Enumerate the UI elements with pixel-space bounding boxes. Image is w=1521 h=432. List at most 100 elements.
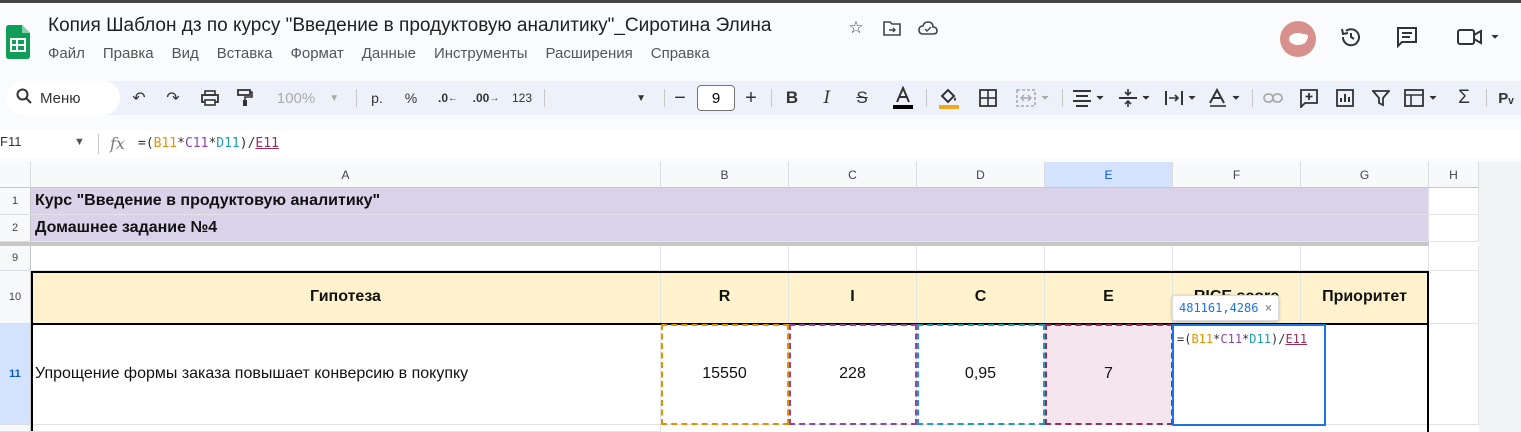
row-header-1[interactable]: 1 bbox=[0, 188, 31, 215]
cell-h2[interactable] bbox=[1429, 215, 1479, 242]
column-header-b[interactable]: B bbox=[661, 162, 789, 188]
insert-link-icon[interactable] bbox=[1260, 81, 1286, 115]
move-folder-icon[interactable] bbox=[881, 17, 903, 39]
column-header-g[interactable]: G bbox=[1301, 162, 1429, 188]
text-color-icon[interactable] bbox=[890, 81, 916, 115]
toolbar-divider bbox=[1252, 89, 1253, 107]
document-title[interactable]: Копия Шаблон дз по курсу "Введение в про… bbox=[48, 15, 771, 37]
cell-h10[interactable] bbox=[1429, 271, 1479, 324]
print-icon[interactable] bbox=[198, 81, 222, 115]
user-avatar[interactable] bbox=[1280, 21, 1316, 57]
cell-e9[interactable] bbox=[1045, 246, 1173, 271]
menu-edit[interactable]: Правка bbox=[103, 45, 163, 62]
cell-h9[interactable] bbox=[1429, 246, 1479, 271]
bold-icon[interactable]: B bbox=[781, 81, 803, 115]
row-header-9[interactable]: 9 bbox=[0, 246, 31, 271]
column-header-h[interactable]: H bbox=[1429, 162, 1479, 188]
search-menus-label: Меню bbox=[40, 89, 81, 107]
column-header-f[interactable]: F bbox=[1173, 162, 1301, 188]
cell-a9[interactable] bbox=[31, 246, 661, 271]
column-header-d[interactable]: D bbox=[917, 162, 1045, 188]
header-i[interactable]: I bbox=[789, 271, 917, 324]
font-family-select[interactable]: ▼ bbox=[546, 81, 656, 115]
borders-icon[interactable] bbox=[976, 81, 1000, 115]
functions-sigma-icon[interactable]: Σ bbox=[1452, 81, 1476, 115]
formula-input[interactable]: =(B11*C11*D11)/E11 bbox=[138, 136, 279, 151]
text-wrapping-icon[interactable] bbox=[1162, 81, 1200, 115]
insert-comment-icon[interactable] bbox=[1296, 81, 1322, 115]
column-header-e[interactable]: E bbox=[1045, 162, 1173, 188]
horizontal-align-icon[interactable] bbox=[1070, 81, 1108, 115]
menu-format[interactable]: Формат bbox=[290, 45, 352, 62]
meet-camera-icon[interactable] bbox=[1453, 23, 1503, 51]
search-menus[interactable]: Меню bbox=[6, 81, 120, 115]
header-c[interactable]: C bbox=[917, 271, 1045, 324]
menu-help[interactable]: Справка bbox=[651, 45, 719, 62]
row-header-2[interactable]: 2 bbox=[0, 215, 31, 242]
row-header-10[interactable]: 10 bbox=[0, 271, 31, 324]
header-e[interactable]: E bbox=[1045, 271, 1173, 324]
more-formats-button[interactable]: 123 bbox=[508, 81, 536, 115]
cell-hypothesis-1[interactable]: Упрощение формы заказа повышает конверси… bbox=[31, 324, 661, 425]
frozen-rows-divider[interactable] bbox=[0, 242, 1429, 246]
menu-data[interactable]: Данные bbox=[362, 45, 425, 62]
cell-h11[interactable] bbox=[1429, 324, 1479, 425]
zoom-select[interactable]: 100% ▼ bbox=[268, 81, 348, 115]
toolbar: Меню ↶ ↷ 100% ▼ р. % .0 ← .00 → 123 ▼ − 9 … bbox=[6, 81, 1521, 115]
cell-a2-subtitle[interactable]: Домашнее задание №4 bbox=[31, 215, 1429, 242]
menu-file[interactable]: Файл bbox=[48, 45, 94, 62]
text-rotation-icon[interactable] bbox=[1206, 81, 1244, 115]
toolbar-divider bbox=[356, 89, 357, 107]
paint-format-icon[interactable] bbox=[234, 81, 256, 115]
merge-cells-icon[interactable] bbox=[1014, 81, 1054, 115]
cell-a1-title[interactable]: Курс "Введение в продуктовую аналитику" bbox=[31, 188, 1429, 215]
filter-views-icon[interactable] bbox=[1402, 81, 1442, 115]
increase-font-size-button[interactable]: + bbox=[741, 81, 761, 115]
cell-d9[interactable] bbox=[917, 246, 1045, 271]
header-hypothesis[interactable]: Гипотеза bbox=[31, 271, 661, 324]
menu-extensions[interactable]: Расширения bbox=[546, 45, 642, 62]
menu-tools[interactable]: Инструменты bbox=[434, 45, 537, 62]
star-icon[interactable]: ☆ bbox=[845, 17, 867, 39]
redo-icon[interactable]: ↷ bbox=[162, 81, 184, 115]
decrease-decimal-button[interactable]: .0 ← bbox=[436, 81, 460, 115]
cell-h1[interactable] bbox=[1429, 188, 1479, 215]
cell-c9[interactable] bbox=[789, 246, 917, 271]
italic-icon[interactable]: I bbox=[816, 81, 838, 115]
currency-format-button[interactable]: р. bbox=[366, 81, 388, 115]
cloud-saved-icon[interactable] bbox=[917, 17, 939, 39]
header-priority[interactable]: Приоритет bbox=[1301, 271, 1429, 324]
fill-color-icon[interactable] bbox=[936, 81, 962, 115]
menu-view[interactable]: Вид bbox=[172, 45, 208, 62]
menu-insert[interactable]: Вставка bbox=[217, 45, 282, 62]
version-history-icon[interactable] bbox=[1337, 23, 1365, 51]
insert-chart-icon[interactable] bbox=[1332, 81, 1358, 115]
header-r[interactable]: R bbox=[661, 271, 789, 324]
cell-b9[interactable] bbox=[661, 246, 789, 271]
cell-a12-partial[interactable] bbox=[31, 425, 661, 432]
formula-part: * bbox=[177, 136, 185, 151]
percent-format-button[interactable]: % bbox=[400, 81, 422, 115]
cell-f9[interactable] bbox=[1173, 246, 1301, 271]
column-header-c[interactable]: C bbox=[789, 162, 917, 188]
filter-icon[interactable] bbox=[1368, 81, 1394, 115]
row-header-12-partial[interactable] bbox=[0, 425, 31, 432]
cell-g9[interactable] bbox=[1301, 246, 1429, 271]
active-cell-editor[interactable]: =(B11*C11*D11)/E11 bbox=[1172, 324, 1326, 426]
undo-icon[interactable]: ↶ bbox=[128, 81, 150, 115]
row-header-11[interactable]: 11 bbox=[0, 324, 31, 425]
font-size-input[interactable]: 9 bbox=[697, 85, 735, 111]
name-box[interactable]: F11 bbox=[0, 134, 21, 149]
decrease-font-size-button[interactable]: − bbox=[670, 81, 690, 115]
strikethrough-icon[interactable]: S bbox=[851, 81, 873, 115]
vertical-align-icon[interactable] bbox=[1116, 81, 1154, 115]
select-all-corner[interactable] bbox=[0, 162, 31, 188]
close-icon[interactable]: × bbox=[1264, 301, 1272, 316]
increase-decimal-button[interactable]: .00 → bbox=[472, 81, 500, 115]
editor-ref-c11: C11 bbox=[1220, 332, 1243, 346]
input-tools-icon[interactable]: Рᵥ bbox=[1494, 81, 1518, 115]
comments-icon[interactable] bbox=[1393, 23, 1421, 51]
column-header-a[interactable]: A bbox=[31, 162, 661, 188]
chevron-down-icon[interactable]: ▼ bbox=[74, 136, 85, 148]
sheets-logo-icon[interactable] bbox=[6, 25, 30, 59]
